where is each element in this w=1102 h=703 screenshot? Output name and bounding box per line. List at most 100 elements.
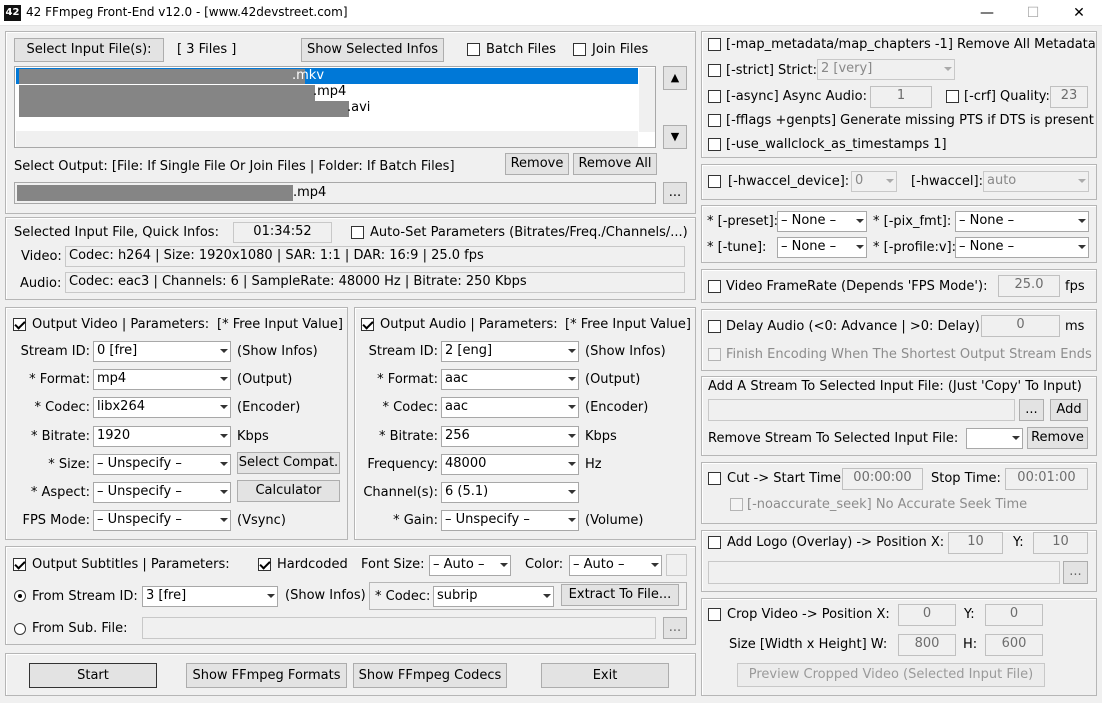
join-files-checkbox[interactable] — [573, 43, 586, 56]
pix-fmt-select[interactable]: – None – — [955, 211, 1089, 232]
strict-checkbox[interactable] — [708, 64, 721, 77]
crop-checkbox[interactable] — [708, 608, 721, 621]
video-row-select[interactable]: 0 [fre] — [93, 341, 231, 362]
extract-to-file-button[interactable]: Extract To File... — [561, 584, 679, 606]
logo-x-field[interactable]: 10 — [948, 532, 1003, 554]
input-file-list[interactable]: .mkv .mp4 .avi — [14, 66, 656, 148]
preview-crop-button[interactable]: Preview Cropped Video (Selected Input Fi… — [737, 663, 1045, 687]
fflags-checkbox[interactable] — [708, 114, 721, 127]
close-button[interactable]: ✕ — [1056, 0, 1102, 26]
font-size-select[interactable]: – Auto – — [429, 555, 511, 576]
hwaccel-device-select[interactable]: 0 — [851, 171, 897, 192]
crf-field[interactable]: 23 — [1050, 86, 1088, 108]
crf-checkbox[interactable] — [946, 90, 959, 103]
redacted-path — [17, 185, 293, 201]
select-input-button[interactable]: Select Input File(s): — [14, 38, 164, 62]
from-sub-file-radio[interactable] — [14, 623, 26, 635]
color-swatch[interactable] — [666, 554, 687, 576]
audio-row-select[interactable]: 6 (5.1) — [441, 482, 579, 503]
start-time-field[interactable]: 00:00:00 — [842, 468, 923, 490]
move-up-button[interactable]: ▲ — [663, 66, 687, 90]
output-subtitles-checkbox[interactable] — [13, 558, 26, 571]
audio-row-select[interactable]: 2 [eng] — [441, 341, 579, 362]
logo-file-field[interactable] — [708, 561, 1060, 584]
output-label: Select Output: [File: If Single File Or … — [14, 159, 455, 174]
exit-button[interactable]: Exit — [541, 663, 669, 688]
strict-select[interactable]: 2 [very] — [817, 59, 955, 80]
audio-row-select[interactable]: aac — [441, 397, 579, 419]
hardcoded-checkbox[interactable] — [258, 558, 271, 571]
redacted-filename — [19, 101, 349, 117]
wallclock-checkbox[interactable] — [708, 138, 721, 151]
hwaccel-device-checkbox[interactable] — [708, 175, 721, 188]
calculator-button[interactable]: Calculator — [237, 480, 340, 502]
move-down-button[interactable]: ▼ — [663, 125, 687, 149]
subtitle-show-infos[interactable]: (Show Infos) — [285, 588, 366, 604]
output-video-checkbox[interactable] — [13, 318, 26, 331]
subtitle-codec-select[interactable]: subrip — [433, 586, 554, 607]
vertical-scrollbar[interactable] — [639, 68, 655, 132]
add-stream-label: Add A Stream To Selected Input File: (Ju… — [708, 379, 1082, 394]
crop-height-field[interactable]: 600 — [985, 634, 1043, 656]
crop-x-field[interactable]: 0 — [898, 604, 956, 626]
maximize-button[interactable]: ☐ — [1010, 0, 1056, 26]
audio-row-select[interactable]: – Unspecify – — [441, 510, 579, 532]
strict-label: [-strict] Strict: — [726, 63, 817, 78]
shortest-checkbox[interactable] — [708, 348, 721, 361]
sub-file-field[interactable] — [142, 617, 656, 639]
video-row-select[interactable]: mp4 — [93, 369, 231, 391]
autoset-checkbox[interactable] — [351, 226, 364, 239]
video-row-select[interactable]: – Unspecify – — [93, 510, 231, 532]
remove-stream-select[interactable] — [966, 428, 1023, 449]
show-codecs-button[interactable]: Show FFmpeg Codecs — [353, 663, 507, 688]
crop-y-field[interactable]: 0 — [985, 604, 1043, 626]
remove-all-button[interactable]: Remove All — [573, 153, 657, 175]
audio-row-suffix: (Output) — [585, 372, 641, 388]
framerate-checkbox[interactable] — [708, 280, 721, 293]
video-row-select[interactable]: libx264 — [93, 397, 231, 419]
cut-checkbox[interactable] — [708, 472, 721, 485]
crop-label: Crop Video -> Position X: — [727, 607, 890, 622]
crop-width-field[interactable]: 800 — [898, 634, 956, 656]
start-button[interactable]: Start — [29, 663, 157, 688]
add-stream-button[interactable]: Add — [1050, 399, 1088, 421]
show-selected-infos-button[interactable]: Show Selected Infos — [301, 38, 444, 62]
subtitle-stream-select[interactable]: 3 [fre] — [142, 586, 278, 607]
delay-field[interactable]: 0 — [981, 315, 1060, 337]
from-stream-radio[interactable] — [14, 590, 26, 602]
video-row-select[interactable]: – Unspecify – — [93, 482, 231, 503]
batch-files-checkbox[interactable] — [467, 43, 480, 56]
audio-row-select[interactable]: aac — [441, 369, 579, 391]
browse-sub-file-button[interactable]: ... — [663, 617, 687, 639]
audio-row-select[interactable]: 48000 — [441, 453, 579, 475]
remove-stream-button[interactable]: Remove — [1027, 427, 1088, 449]
minimize-button[interactable]: — — [964, 0, 1010, 26]
preset-select[interactable]: – None – — [777, 211, 867, 232]
add-stream-field[interactable] — [708, 399, 1015, 421]
stop-time-field[interactable]: 00:01:00 — [1005, 468, 1088, 490]
video-row-select[interactable]: 1920 — [93, 425, 231, 447]
tune-select[interactable]: – None – — [777, 237, 867, 258]
show-formats-button[interactable]: Show FFmpeg Formats — [186, 663, 347, 688]
video-row-select[interactable]: – Unspecify – — [93, 453, 231, 475]
map-metadata-checkbox[interactable] — [708, 38, 721, 51]
audio-row-select[interactable]: 256 — [441, 425, 579, 447]
color-select[interactable]: – Auto – — [569, 555, 662, 576]
output-audio-checkbox[interactable] — [361, 318, 374, 331]
logo-y-field[interactable]: 10 — [1033, 532, 1088, 554]
delay-audio-checkbox[interactable] — [708, 320, 721, 333]
logo-checkbox[interactable] — [708, 536, 721, 549]
hwaccel-select[interactable]: auto — [983, 171, 1089, 192]
async-field[interactable]: 1 — [870, 86, 932, 108]
async-checkbox[interactable] — [708, 90, 721, 103]
noaccurate-seek-checkbox[interactable] — [730, 498, 743, 511]
browse-stream-button[interactable]: ... — [1019, 399, 1044, 421]
horizontal-scrollbar[interactable] — [16, 131, 638, 147]
browse-logo-button[interactable]: ... — [1063, 561, 1088, 584]
browse-output-button[interactable]: ... — [663, 182, 687, 204]
framerate-field[interactable]: 25.0 — [998, 275, 1060, 297]
remove-button[interactable]: Remove — [505, 153, 569, 175]
profile-select[interactable]: – None – — [955, 237, 1089, 258]
select-compat-button[interactable]: Select Compat. — [237, 452, 340, 474]
output-path-field[interactable]: .mp4 — [14, 182, 656, 204]
